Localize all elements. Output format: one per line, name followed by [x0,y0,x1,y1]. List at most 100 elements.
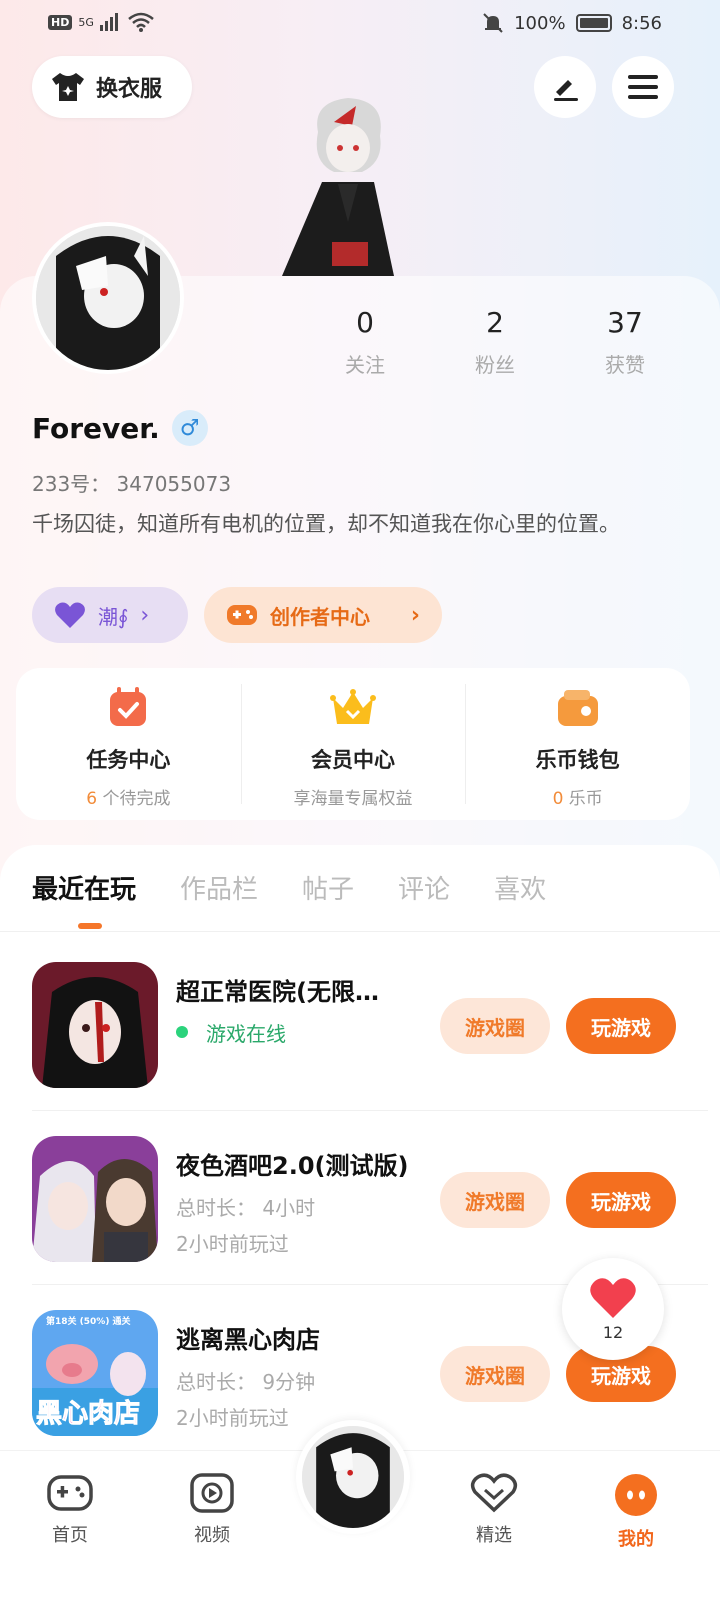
vip-center-title: 会员中心 [311,748,395,772]
task-pending-text: 个待完成 [97,789,171,809]
heart-badge-icon [55,602,85,628]
heart-icon [590,1277,636,1318]
followers-count: 2 [486,306,504,339]
likes-count: 37 [607,306,643,339]
wallet-shortcut[interactable]: 乐币钱包 0 乐币 [465,668,690,820]
hamburger-icon [628,75,658,99]
change-outfit-button[interactable]: 换衣服 [32,56,192,118]
hd-badge: HD [48,14,73,30]
game-thumbnail[interactable] [32,1136,158,1262]
game-total-time: 总时长： 4小时 [176,1196,316,1220]
followers-label: 粉丝 [475,353,515,377]
menu-button[interactable] [612,56,674,118]
game-title: 超正常医院(无限… [176,978,379,1006]
game-title: 夜色酒吧2.0(测试版) [176,1152,409,1180]
tab-comments[interactable]: 评论 [398,869,450,906]
tab-divider [0,931,720,932]
profile-stats: 0 关注 2 粉丝 37 获赞 [300,306,690,378]
following-stat[interactable]: 0 关注 [300,306,430,378]
followers-stat[interactable]: 2 粉丝 [430,306,560,378]
play-game-button[interactable]: 玩游戏 [566,1172,676,1228]
edit-button[interactable] [534,56,596,118]
task-pending-count: 6 [86,789,98,809]
calendar-check-icon [110,687,147,726]
crown-icon [330,689,376,724]
pen-icon [554,80,578,101]
play-game-button[interactable]: 玩游戏 [566,998,676,1054]
tab-recently-played[interactable]: 最近在玩 [32,869,136,906]
status-right: 100% 8:56 [482,12,662,34]
signal-label: 5G [78,15,94,29]
task-center-title: 任务中心 [86,748,171,772]
chevron-right-icon: › [140,602,150,628]
creator-center-label: 创作者中心 [270,604,370,629]
heart-outline-icon [470,1473,518,1513]
nav-featured-label: 精选 [476,1525,512,1546]
nav-video[interactable]: 视频 [172,1473,252,1547]
gamepad-plus-icon [227,605,257,625]
signal-icon [99,13,118,31]
game-row[interactable]: 夜色酒吧2.0(测试版) 总时长： 4小时 2小时前玩过 游戏圈 玩游戏 [32,1136,692,1264]
username: Forever. [32,411,160,445]
game-last-played: 2小时前玩过 [176,1232,289,1256]
profile-avatar[interactable] [32,222,184,374]
clock: 8:56 [621,12,662,34]
tab-posts[interactable]: 帖子 [302,869,354,906]
change-outfit-label: 换衣服 [96,77,163,102]
user-id[interactable]: 233号： 347055073 [32,468,231,497]
game-total-time: 总时长： 9分钟 [176,1370,316,1394]
status-left: HD 5G [48,12,154,32]
badge-tag-label: 潮∮ [98,604,129,629]
vip-center-shortcut[interactable]: 会员中心 享海量专属权益 [240,668,466,820]
tab-likes[interactable]: 喜欢 [494,869,546,906]
coin-unit: 乐币 [563,789,603,809]
gamepad-icon [47,1475,93,1511]
likes-label: 获赞 [605,353,645,377]
badge-tag-button[interactable]: 潮∮ › [32,587,188,643]
wallet-title: 乐币钱包 [535,748,620,772]
profile-tabs: 最近在玩 作品栏 帖子 评论 喜欢 [32,869,546,906]
game-online-status: 游戏在线 [176,1018,286,1047]
floating-like-button[interactable]: 12 [562,1258,664,1360]
game-circle-button[interactable]: 游戏圈 [440,1172,550,1228]
following-label: 关注 [345,353,385,377]
game-row[interactable]: 超正常医院(无限… 游戏在线 游戏圈 玩游戏 [32,962,692,1090]
tshirt-icon [52,73,84,101]
profile-avatar-image [36,226,180,370]
task-center-sub: 6 个待完成 [86,784,170,809]
nav-featured[interactable]: 精选 [454,1473,534,1547]
game-thumbnail[interactable] [32,962,158,1088]
name-row: Forever. ♂ [32,410,208,446]
nav-center-avatar[interactable] [296,1420,410,1534]
vip-center-sub: 享海量专属权益 [293,789,413,809]
character-avatar[interactable] [282,92,414,276]
chevron-right-icon: › [410,602,420,628]
creator-center-button[interactable]: 创作者中心 › [204,587,442,643]
game-last-played: 2小时前玩过 [176,1406,289,1430]
game-circle-button[interactable]: 游戏圈 [440,998,550,1054]
mute-bell-icon [483,13,503,33]
play-video-icon [190,1473,234,1513]
task-center-shortcut[interactable]: 任务中心 6 个待完成 [16,668,241,820]
tab-works[interactable]: 作品栏 [180,869,258,906]
nav-home[interactable]: 首页 [30,1473,110,1547]
likes-stat[interactable]: 37 获赞 [560,306,690,378]
wallet-icon [557,690,598,726]
shortcuts-card: 任务中心 6 个待完成 会员中心 享海量专属权益 乐币钱包 0 乐币 [16,668,690,820]
wifi-icon [128,12,154,32]
game-thumbnail[interactable]: 第18关 (50%) 通关 黑心肉店 [32,1310,158,1436]
game-circle-button[interactable]: 游戏圈 [440,1346,550,1402]
user-bio: 千场囚徒，知道所有电机的位置，却不知道我在你心里的位置。 [32,512,620,536]
face-icon [615,1474,657,1516]
wallet-sub: 0 乐币 [553,784,603,809]
coin-balance: 0 [552,789,564,809]
row-divider [32,1110,708,1111]
nav-center-avatar-image [302,1426,404,1528]
following-count: 0 [356,306,374,339]
male-gender-icon: ♂ [171,410,208,446]
active-tab-indicator [78,923,102,929]
nav-me[interactable]: 我的 [596,1473,676,1551]
nav-me-label: 我的 [618,1529,654,1550]
battery-icon [575,14,612,32]
nav-video-label: 视频 [194,1525,230,1546]
